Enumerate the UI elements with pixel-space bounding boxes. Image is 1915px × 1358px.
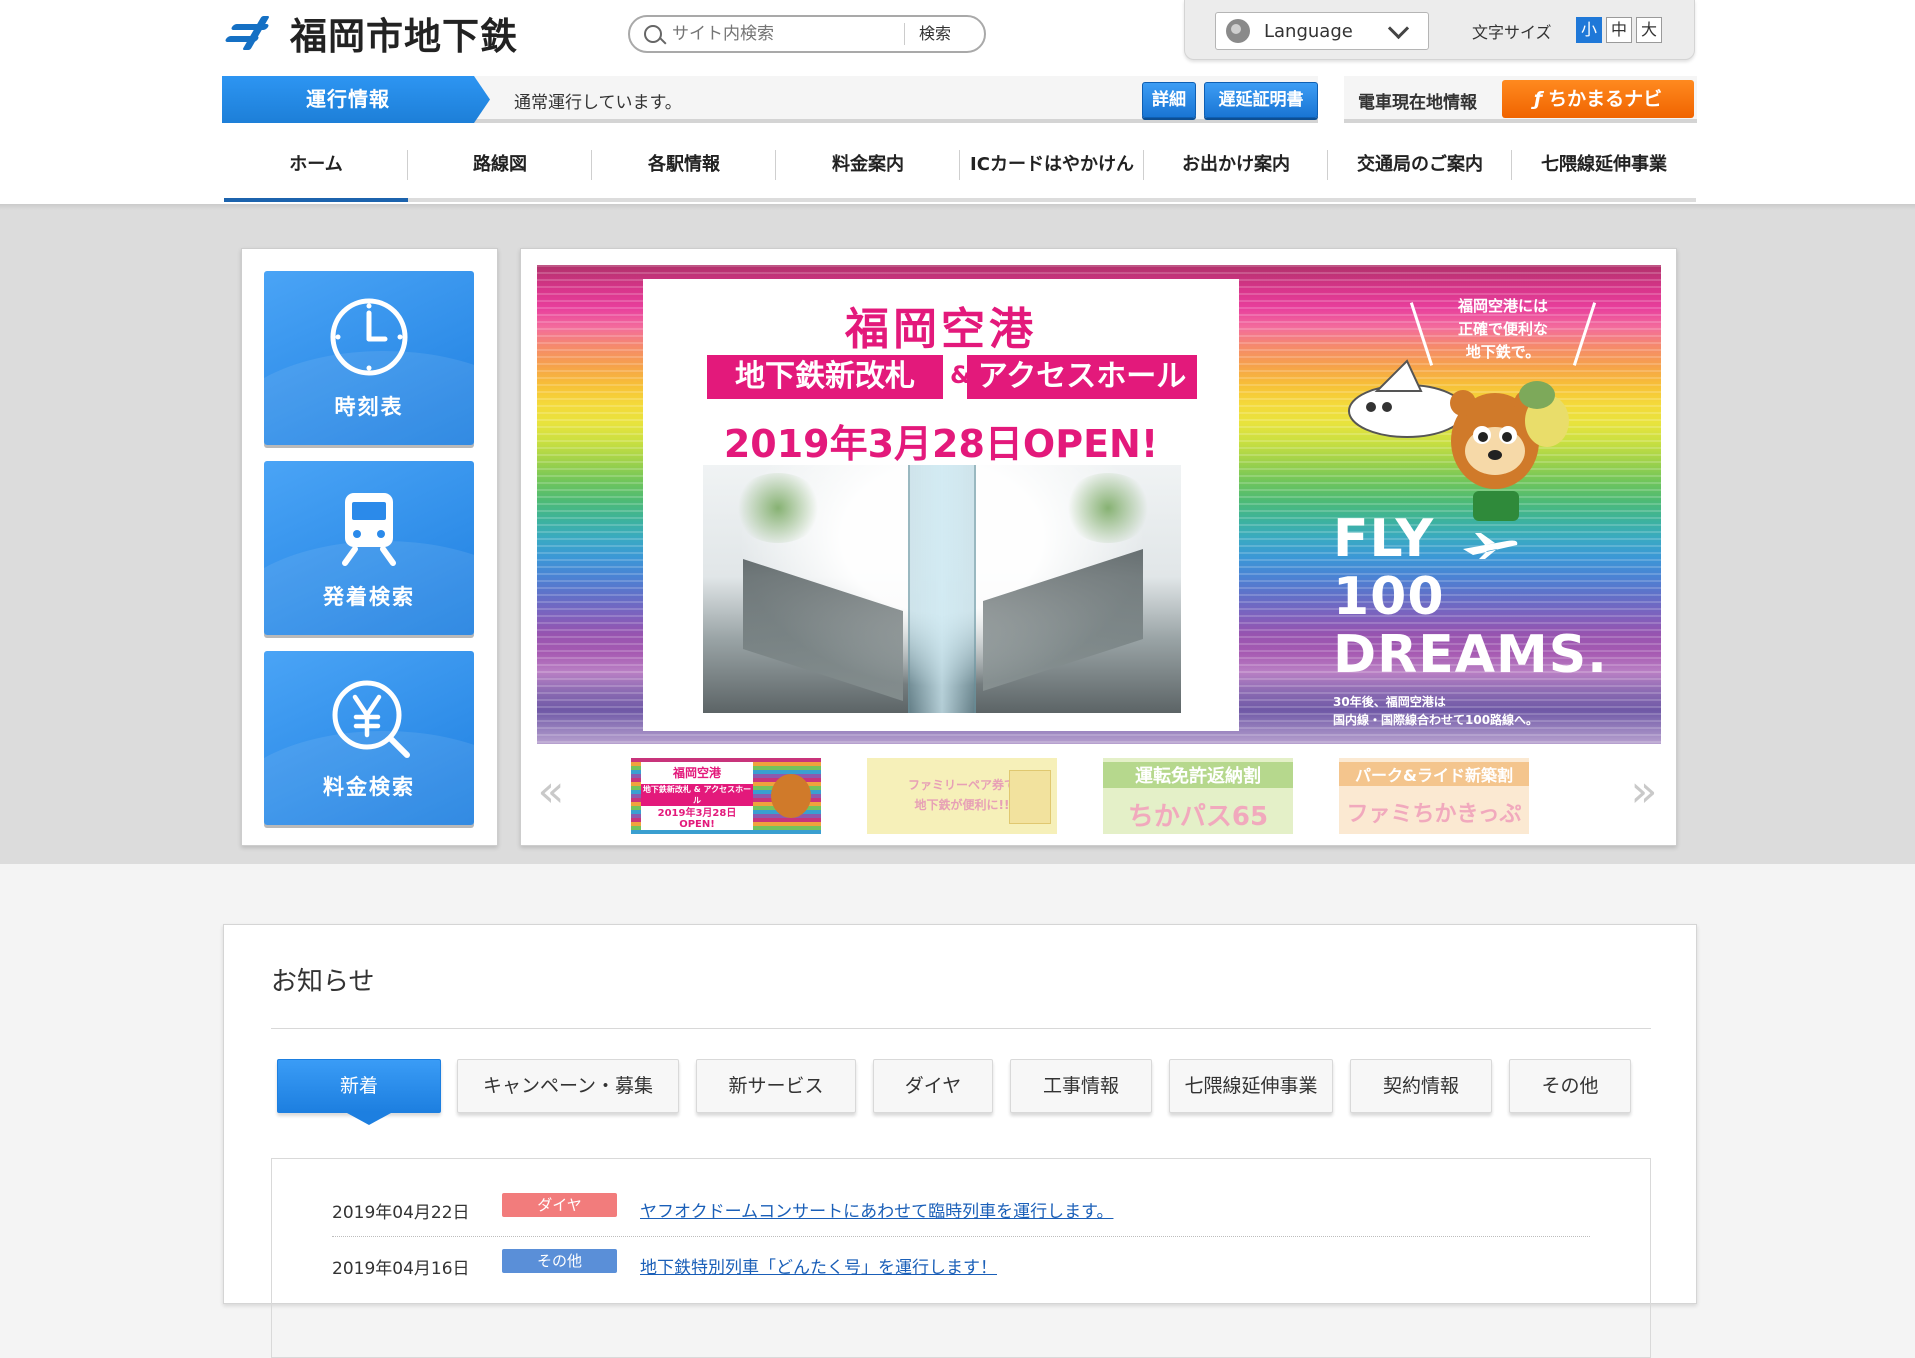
- fare-search-label: 料金検索: [323, 775, 415, 799]
- banner-slider: 福岡空港 地下鉄新改札 & アクセスホール 2019年3月28日OPEN! 福岡…: [520, 248, 1677, 846]
- site-logo[interactable]: 福岡市地下鉄: [222, 12, 518, 58]
- tab-contract[interactable]: 契約情報: [1350, 1059, 1492, 1113]
- news-item: 2019年04月16日 その他 地下鉄特別列車「どんたく号」を運行します！: [272, 1237, 1650, 1293]
- news-item: 2019年04月22日 ダイヤ ヤフオクドームコンサートにあわせて臨時列車を運行…: [272, 1181, 1650, 1237]
- tab-timetable[interactable]: ダイヤ: [873, 1059, 993, 1113]
- search-input[interactable]: [670, 23, 904, 45]
- search-icon: [630, 17, 670, 51]
- tab-construction[interactable]: 工事情報: [1010, 1059, 1152, 1113]
- airplane-icon: [1463, 533, 1518, 559]
- font-size-small-button[interactable]: 小: [1576, 17, 1602, 43]
- nav-fares[interactable]: 料金案内: [776, 148, 960, 202]
- nav-outings[interactable]: お出かけ案内: [1144, 148, 1328, 202]
- operation-info-bar: 運行情報 通常運行しています。 詳細 遅延証明書: [222, 76, 1318, 123]
- chikamaru-navi-button[interactable]: ƒ ちかまるナビ: [1502, 80, 1694, 118]
- main-banner[interactable]: 福岡空港 地下鉄新改札 & アクセスホール 2019年3月28日OPEN! 福岡…: [537, 265, 1661, 744]
- fare-search-button[interactable]: 料金検索: [264, 651, 474, 825]
- language-select[interactable]: Language: [1215, 12, 1429, 50]
- nav-home[interactable]: ホーム: [224, 148, 408, 202]
- news-list: 2019年04月22日 ダイヤ ヤフオクドームコンサートにあわせて臨時列車を運行…: [271, 1158, 1651, 1358]
- train-location-bar: 電車現在地情報 ƒ ちかまるナビ: [1344, 76, 1697, 123]
- nav-route-map[interactable]: 路線図: [408, 148, 592, 202]
- quick-links: 時刻表 発着検索 料金検索: [241, 248, 498, 846]
- category-badge: ダイヤ: [502, 1193, 617, 1217]
- operation-detail-button[interactable]: 詳細: [1142, 82, 1196, 118]
- logo-text: 福岡市地下鉄: [290, 15, 518, 58]
- route-search-label: 発着検索: [323, 585, 415, 609]
- train-location-label: 電車現在地情報: [1358, 93, 1477, 113]
- operation-status-text: 通常運行しています。: [514, 93, 682, 113]
- search-button[interactable]: 検索: [904, 23, 951, 45]
- banner-sub1: 地下鉄新改札: [707, 355, 943, 399]
- news-section: お知らせ 新着 キャンペーン・募集 新サービス ダイヤ 工事情報 七隈線延伸事業…: [223, 924, 1697, 1358]
- tab-new[interactable]: 新着: [277, 1059, 441, 1113]
- route-search-button[interactable]: 発着検索: [264, 461, 474, 635]
- clock-icon: [330, 298, 408, 376]
- banner-footnote: 30年後、福岡空港は 国内線・国際線合わせて100路線へ。: [1333, 695, 1539, 727]
- thumbnail-chikapass65[interactable]: 運転免許返納割 ちかパス65: [1103, 758, 1293, 834]
- active-tab-pointer: [347, 1113, 391, 1125]
- access-hall-photo: [703, 465, 1181, 713]
- global-nav: ホーム 路線図 各駅情報 料金案内 ICカードはやかけん お出かけ案内 交通局の…: [224, 148, 1696, 202]
- site-search: 検索: [628, 15, 986, 53]
- train-icon: [342, 493, 396, 566]
- utility-panel: Language 文字サイズ 小 中 大: [1184, 0, 1695, 60]
- slider-next-button[interactable]: »: [1624, 762, 1664, 822]
- delay-certificate-button[interactable]: 遅延証明書: [1204, 82, 1318, 118]
- thumbnail-airport[interactable]: 福岡空港 地下鉄新改札 & アクセスホール 2019年3月28日OPEN!: [631, 758, 821, 834]
- banner-sub2: アクセスホール: [967, 355, 1197, 399]
- slider-prev-button[interactable]: «: [531, 762, 571, 822]
- font-size-large-button[interactable]: 大: [1636, 17, 1662, 43]
- operation-info-tag: 運行情報: [222, 76, 490, 123]
- subway-logo-icon: [222, 16, 280, 50]
- banner-card: 福岡空港 地下鉄新改札 & アクセスホール 2019年3月28日OPEN!: [643, 279, 1239, 731]
- news-heading: お知らせ: [271, 967, 375, 997]
- tab-new-service[interactable]: 新サービス: [696, 1059, 856, 1113]
- nav-bureau-info[interactable]: 交通局のご案内: [1328, 148, 1512, 202]
- news-date: 2019年04月16日: [332, 1259, 470, 1279]
- font-size-medium-button[interactable]: 中: [1606, 17, 1632, 43]
- tab-nanakuma[interactable]: 七隈線延伸事業: [1169, 1059, 1333, 1113]
- thumbnail-famichika[interactable]: パーク&ライド新築割 ファミちかきっぷ: [1339, 758, 1529, 834]
- language-label: Language: [1264, 20, 1353, 42]
- timetable-label: 時刻表: [334, 395, 404, 419]
- thumbnail-family-pair[interactable]: ファミリーペア券で 地下鉄が便利に!!: [867, 758, 1057, 834]
- yen-search-icon: [332, 680, 410, 758]
- nav-nanakuma-extension[interactable]: 七隈線延伸事業: [1512, 148, 1696, 202]
- news-link[interactable]: 地下鉄特別列車「どんたく号」を運行します！: [640, 1253, 997, 1278]
- nav-station-info[interactable]: 各駅情報: [592, 148, 776, 202]
- news-date: 2019年04月22日: [332, 1203, 470, 1223]
- category-badge: その他: [502, 1249, 617, 1273]
- subway-logo-icon: ƒ: [1533, 88, 1543, 110]
- chevron-down-icon: [1387, 17, 1410, 39]
- timetable-button[interactable]: 時刻表: [264, 271, 474, 445]
- nav-ic-card[interactable]: ICカードはやかけん: [960, 148, 1144, 202]
- divider: [271, 1028, 1651, 1029]
- banner-date: 2019年3月28日OPEN!: [723, 422, 1159, 466]
- tab-other[interactable]: その他: [1509, 1059, 1631, 1113]
- tab-campaign[interactable]: キャンペーン・募集: [457, 1059, 679, 1113]
- globe-icon: [1226, 19, 1250, 43]
- font-size-label: 文字サイズ: [1472, 23, 1552, 42]
- news-link[interactable]: ヤフオクドームコンサートにあわせて臨時列車を運行します。: [640, 1197, 1113, 1222]
- banner-title: 福岡空港: [845, 304, 1037, 355]
